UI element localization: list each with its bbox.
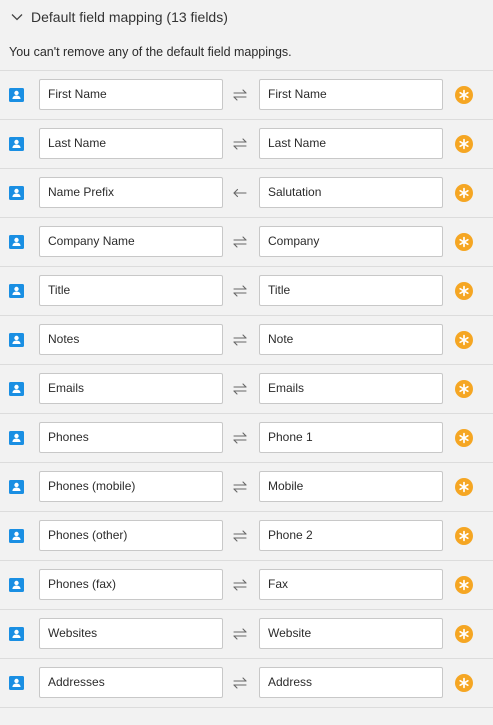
source-field[interactable]: Company Name <box>39 226 223 257</box>
two-way-sync-icon <box>229 577 251 593</box>
field-mapping-list: First Name First Name Last Name Last Nam… <box>0 70 493 708</box>
contact-card-icon <box>9 186 24 200</box>
contact-card-icon <box>9 235 24 249</box>
source-field[interactable]: Phones (fax) <box>39 569 223 600</box>
mapping-row: Notes Note <box>0 316 493 365</box>
mapping-row: Last Name Last Name <box>0 120 493 169</box>
mapping-row: Phones (mobile) Mobile <box>0 463 493 512</box>
star-badge-icon <box>455 233 473 251</box>
star-badge-icon <box>455 380 473 398</box>
two-way-sync-icon <box>229 136 251 152</box>
chevron-down-icon <box>9 9 25 25</box>
target-field[interactable]: Website <box>259 618 443 649</box>
mapping-row: Phones Phone 1 <box>0 414 493 463</box>
target-field[interactable]: Phone 2 <box>259 520 443 551</box>
mapping-row: Phones (other) Phone 2 <box>0 512 493 561</box>
mapping-row: Emails Emails <box>0 365 493 414</box>
contact-card-icon <box>9 529 24 543</box>
two-way-sync-icon <box>229 626 251 642</box>
source-field[interactable]: Phones (mobile) <box>39 471 223 502</box>
mapping-row: Websites Website <box>0 610 493 659</box>
target-field[interactable]: Emails <box>259 373 443 404</box>
mapping-row: Company Name Company <box>0 218 493 267</box>
contact-card-icon <box>9 284 24 298</box>
section-note: You can't remove any of the default fiel… <box>9 45 292 59</box>
star-badge-icon <box>455 184 473 202</box>
star-badge-icon <box>455 527 473 545</box>
target-field[interactable]: Title <box>259 275 443 306</box>
target-field[interactable]: Address <box>259 667 443 698</box>
contact-card-icon <box>9 88 24 102</box>
star-badge-icon <box>455 478 473 496</box>
target-field[interactable]: Mobile <box>259 471 443 502</box>
source-field[interactable]: Title <box>39 275 223 306</box>
star-badge-icon <box>455 282 473 300</box>
source-field[interactable]: Notes <box>39 324 223 355</box>
contact-card-icon <box>9 627 24 641</box>
contact-card-icon <box>9 578 24 592</box>
source-field[interactable]: Phones (other) <box>39 520 223 551</box>
target-field[interactable]: Company <box>259 226 443 257</box>
contact-card-icon <box>9 676 24 690</box>
two-way-sync-icon <box>229 234 251 250</box>
star-badge-icon <box>455 429 473 447</box>
two-way-sync-icon <box>229 332 251 348</box>
target-field[interactable]: Fax <box>259 569 443 600</box>
two-way-sync-icon <box>229 87 251 103</box>
two-way-sync-icon <box>229 283 251 299</box>
star-badge-icon <box>455 576 473 594</box>
star-badge-icon <box>455 625 473 643</box>
contact-card-icon <box>9 333 24 347</box>
section-title: Default field mapping (13 fields) <box>31 9 228 25</box>
source-field[interactable]: Addresses <box>39 667 223 698</box>
contact-card-icon <box>9 137 24 151</box>
one-way-arrow-left-icon <box>229 185 251 201</box>
mapping-row: Name Prefix Salutation <box>0 169 493 218</box>
contact-card-icon <box>9 382 24 396</box>
two-way-sync-icon <box>229 430 251 446</box>
mapping-row: Title Title <box>0 267 493 316</box>
two-way-sync-icon <box>229 381 251 397</box>
contact-card-icon <box>9 480 24 494</box>
source-field[interactable]: First Name <box>39 79 223 110</box>
star-badge-icon <box>455 331 473 349</box>
source-field[interactable]: Emails <box>39 373 223 404</box>
source-field[interactable]: Last Name <box>39 128 223 159</box>
contact-card-icon <box>9 431 24 445</box>
target-field[interactable]: First Name <box>259 79 443 110</box>
section-header-toggle[interactable]: Default field mapping (13 fields) <box>0 0 493 34</box>
two-way-sync-icon <box>229 675 251 691</box>
target-field[interactable]: Phone 1 <box>259 422 443 453</box>
target-field[interactable]: Note <box>259 324 443 355</box>
source-field[interactable]: Name Prefix <box>39 177 223 208</box>
target-field[interactable]: Last Name <box>259 128 443 159</box>
mapping-row: Phones (fax) Fax <box>0 561 493 610</box>
two-way-sync-icon <box>229 528 251 544</box>
star-badge-icon <box>455 86 473 104</box>
star-badge-icon <box>455 135 473 153</box>
mapping-row: First Name First Name <box>0 71 493 120</box>
source-field[interactable]: Websites <box>39 618 223 649</box>
source-field[interactable]: Phones <box>39 422 223 453</box>
target-field[interactable]: Salutation <box>259 177 443 208</box>
star-badge-icon <box>455 674 473 692</box>
mapping-row: Addresses Address <box>0 659 493 708</box>
two-way-sync-icon <box>229 479 251 495</box>
